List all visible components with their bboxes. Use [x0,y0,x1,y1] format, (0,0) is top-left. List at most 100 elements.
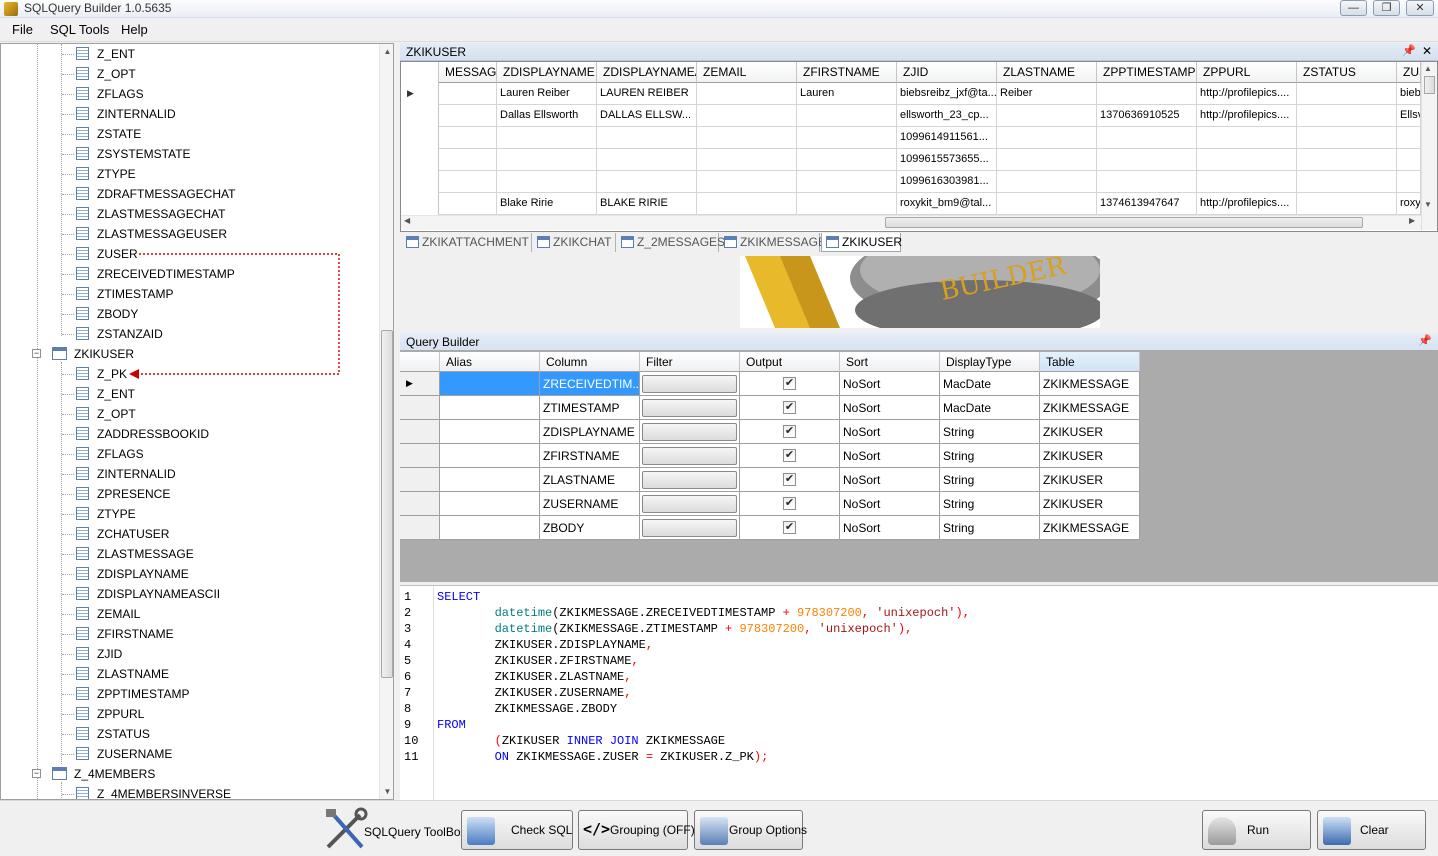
qb-row-header[interactable] [400,468,440,492]
grid-cell[interactable] [697,193,797,215]
grid-cell[interactable]: 1370636910525 [1097,105,1197,127]
output-checkbox[interactable]: ✔ [783,521,796,534]
grid-cell[interactable] [1297,127,1397,149]
filter-button[interactable] [642,471,737,489]
qb-column-cell[interactable]: ZFIRSTNAME [540,444,640,468]
grid-cell[interactable] [797,171,897,193]
qb-filter-cell[interactable] [640,492,740,516]
qb-table-cell[interactable]: ZKIKUSER [1040,468,1140,492]
filter-button[interactable] [642,519,737,537]
sql-code-line[interactable]: SELECT [437,590,480,604]
grid-cell[interactable] [597,127,697,149]
grid-cell[interactable] [1297,105,1397,127]
qb-row-header[interactable] [400,516,440,540]
grid-cell[interactable]: LAUREN REIBER [597,83,697,105]
qb-column-header[interactable]: Filter [640,352,740,372]
toolbox-label[interactable]: SQLQuery ToolBox [364,825,467,839]
column-header[interactable]: ZLASTNAME [997,62,1097,83]
data-grid-hscroll[interactable]: ◀ ▶ [401,215,1421,230]
grid-cell[interactable]: 1099616303981... [897,171,997,193]
grid-cell[interactable] [797,193,897,215]
grid-cell[interactable] [1097,83,1197,105]
column-header[interactable]: ZFIRSTNAME [797,62,897,83]
check-sql-button[interactable]: Check SQL [461,810,573,850]
qb-column-header[interactable]: Column [540,352,640,372]
qb-sort-cell[interactable]: NoSort [840,516,940,540]
qb-filter-cell[interactable] [640,444,740,468]
qb-alias-cell[interactable] [440,396,540,420]
grid-cell[interactable]: DALLAS ELLSW... [597,105,697,127]
grid-cell[interactable]: roxyl [1397,193,1421,215]
grid-cell[interactable]: 1099615573655... [897,149,997,171]
grid-cell[interactable] [1197,149,1297,171]
restore-button[interactable]: ❐ [1373,0,1400,16]
sql-code-line[interactable]: ON ZKIKMESSAGE.ZUSER = ZKIKUSER.Z_PK); [437,750,769,764]
output-checkbox[interactable]: ✔ [783,449,796,462]
qb-output-cell[interactable]: ✔ [740,396,840,420]
grid-cell[interactable]: ellsworth_23_cp... [897,105,997,127]
qb-column-cell[interactable]: ZBODY [540,516,640,540]
grid-cell[interactable] [1097,127,1197,149]
qb-display-cell[interactable]: MacDate [940,372,1040,396]
grid-cell[interactable] [497,127,597,149]
group-options-button[interactable]: Group Options [694,810,807,850]
grid-cell[interactable] [439,105,497,127]
grid-cell[interactable] [439,171,497,193]
qb-sort-cell[interactable]: NoSort [840,492,940,516]
qb-column-header[interactable]: Table [1040,352,1140,372]
grid-cell[interactable]: Lauren [797,83,897,105]
grid-cell[interactable] [997,193,1097,215]
output-checkbox[interactable]: ✔ [783,377,796,390]
qb-display-cell[interactable]: String [940,516,1040,540]
column-header[interactable]: ZDISPLAYNAME [497,62,597,83]
grid-cell[interactable]: biebsreibz_jxf@ta... [897,83,997,105]
qb-output-cell[interactable]: ✔ [740,468,840,492]
menu-sql-tools[interactable]: SQL Tools [50,22,109,37]
close-panel-icon[interactable]: ✕ [1422,44,1432,58]
tree-scrollbar[interactable]: ▲ ▼ [379,44,393,799]
sql-editor[interactable]: 1 SELECT 2 datetime(ZKIKMESSAGE.ZRECEIVEDT… [400,585,1438,801]
grid-cell[interactable] [1397,171,1421,193]
grid-cell[interactable] [1297,149,1397,171]
grid-cell[interactable] [1397,149,1421,171]
qb-alias-cell[interactable] [440,420,540,444]
grid-cell[interactable] [597,149,697,171]
grid-cell[interactable] [1097,171,1197,193]
grid-cell[interactable] [1297,83,1397,105]
qb-row-header[interactable]: ▶ [400,372,440,396]
qb-display-cell[interactable]: String [940,444,1040,468]
sql-code-line[interactable]: datetime(ZKIKMESSAGE.ZRECEIVEDTIMESTAMP … [437,606,970,620]
grid-cell[interactable]: 1374613947647 [1097,193,1197,215]
tab-z_2messages[interactable]: Z_2MESSAGES [617,233,725,252]
grid-cell[interactable] [597,171,697,193]
scroll-up-icon[interactable]: ▲ [380,44,393,59]
qb-column-header[interactable]: Sort [840,352,940,372]
grid-cell[interactable] [1297,193,1397,215]
qb-column-header[interactable]: Alias [440,352,540,372]
grid-cell[interactable] [1397,127,1421,149]
qb-sort-cell[interactable]: NoSort [840,444,940,468]
column-header[interactable]: ZSTATUS [1297,62,1397,83]
qb-output-cell[interactable]: ✔ [740,372,840,396]
grid-cell[interactable] [439,149,497,171]
scroll-right-icon[interactable]: ▶ [1409,216,1415,225]
filter-button[interactable] [642,495,737,513]
grid-cell[interactable]: http://profilepics.... [1197,83,1297,105]
pin-icon[interactable]: 📌 [1402,44,1416,57]
qb-filter-cell[interactable] [640,516,740,540]
output-checkbox[interactable]: ✔ [783,401,796,414]
qb-alias-cell[interactable] [440,468,540,492]
output-checkbox[interactable]: ✔ [783,425,796,438]
sql-code-line[interactable]: (ZKIKUSER INNER JOIN ZKIKMESSAGE [437,734,725,748]
qb-sort-cell[interactable]: NoSort [840,372,940,396]
data-grid[interactable]: MESSAGEZDISPLAYNAMEZDISPLAYNAMEAZEMAILZF… [400,61,1438,232]
qb-column-cell[interactable]: ZUSERNAME [540,492,640,516]
grid-cell[interactable]: Lauren Reiber [497,83,597,105]
qb-alias-cell[interactable] [440,492,540,516]
grid-cell[interactable] [497,171,597,193]
grid-cell[interactable]: 1099614911561... [897,127,997,149]
qb-column-header[interactable]: DisplayType [940,352,1040,372]
grid-cell[interactable] [1097,149,1197,171]
grid-cell[interactable] [697,127,797,149]
grid-cell[interactable]: bieb [1397,83,1421,105]
